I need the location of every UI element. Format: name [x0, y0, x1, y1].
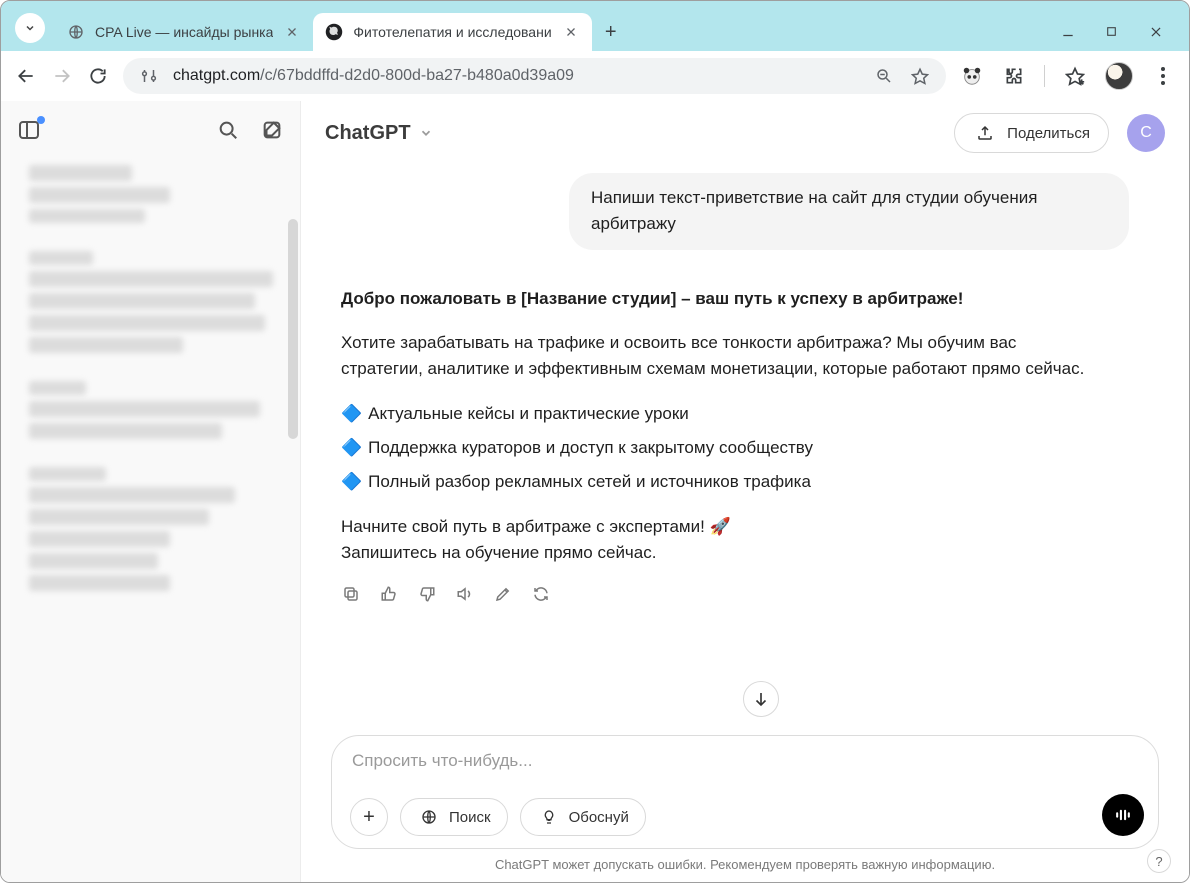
assistant-bullet-list: 🔷Актуальные кейсы и практические уроки 🔷…: [341, 401, 1101, 496]
sidebar: [1, 101, 301, 882]
chatgpt-favicon-icon: [325, 23, 343, 41]
message-actions: [341, 584, 1101, 604]
assistant-heading: Добро пожаловать в [Название студии] – в…: [341, 286, 1101, 312]
sidebar-conversation-list[interactable]: [1, 159, 300, 882]
extensions-puzzle-icon[interactable]: [1002, 64, 1026, 88]
favorites-star-icon[interactable]: [1063, 64, 1087, 88]
zoom-icon[interactable]: [872, 64, 896, 88]
globe-icon: [417, 805, 441, 829]
thumbs-down-icon[interactable]: [417, 584, 437, 604]
model-selector[interactable]: ChatGPT: [325, 122, 433, 145]
upload-icon: [973, 121, 997, 145]
close-tab-icon[interactable]: [283, 23, 301, 41]
toggle-sidebar-icon[interactable]: [17, 118, 41, 142]
assistant-paragraph: Хотите зарабатывать на трафике и освоить…: [341, 330, 1101, 383]
search-icon[interactable]: [216, 118, 240, 142]
site-settings-icon[interactable]: [137, 64, 161, 88]
footer-text: ChatGPT может допускать ошибки. Рекоменд…: [495, 857, 995, 872]
search-label: Поиск: [449, 809, 491, 826]
footer: ChatGPT может допускать ошибки. Рекоменд…: [301, 855, 1189, 882]
user-message: Напиши текст-приветствие на сайт для сту…: [569, 173, 1129, 250]
reason-label: Обоснуй: [569, 809, 629, 826]
list-item: 🔷Актуальные кейсы и практические уроки: [341, 401, 1101, 427]
attach-button[interactable]: +: [350, 798, 388, 836]
main-header: ChatGPT Поделиться C: [301, 101, 1189, 165]
account-avatar[interactable]: C: [1127, 114, 1165, 152]
browser-tabstrip: CPA Live — инсайды рынка Фитотелепатия и…: [1, 1, 1189, 51]
sidebar-scrollbar[interactable]: [288, 219, 298, 439]
edit-icon[interactable]: [493, 584, 513, 604]
new-tab-button[interactable]: +: [596, 17, 626, 47]
share-button[interactable]: Поделиться: [954, 113, 1109, 153]
bookmark-star-icon[interactable]: [908, 64, 932, 88]
window-close-button[interactable]: [1149, 25, 1169, 39]
diamond-icon: 🔷: [341, 404, 362, 423]
close-tab-icon[interactable]: [562, 23, 580, 41]
browser-tab-active[interactable]: Фитотелепатия и исследовани: [313, 13, 591, 51]
assistant-message: Добро пожаловать в [Название студии] – в…: [341, 286, 1101, 605]
thumbs-up-icon[interactable]: [379, 584, 399, 604]
window-minimize-button[interactable]: [1061, 25, 1081, 39]
reason-button[interactable]: Обоснуй: [520, 798, 646, 836]
url-domain: chatgpt.com: [173, 67, 260, 84]
nav-back-button[interactable]: [15, 65, 37, 87]
scroll-to-bottom-button[interactable]: [743, 681, 779, 717]
globe-icon: [67, 23, 85, 41]
tabs-dropdown-button[interactable]: [15, 13, 45, 43]
window-maximize-button[interactable]: [1105, 25, 1125, 39]
browser-toolbar: chatgpt.com/c/67bddffd-d2d0-800d-ba27-b4…: [1, 51, 1189, 101]
model-label: ChatGPT: [325, 122, 411, 145]
list-item: 🔷Полный разбор рекламных сетей и источни…: [341, 469, 1101, 495]
web-search-button[interactable]: Поиск: [400, 798, 508, 836]
browser-menu-button[interactable]: [1151, 64, 1175, 88]
share-label: Поделиться: [1007, 125, 1090, 142]
extension-panda-icon[interactable]: [960, 64, 984, 88]
composer: + Поиск Обоснуй: [331, 735, 1159, 849]
tab-title: Фитотелепатия и исследовани: [353, 24, 551, 40]
diamond-icon: 🔷: [341, 438, 362, 457]
bulb-icon: [537, 805, 561, 829]
composer-input[interactable]: [350, 750, 1140, 772]
new-chat-icon[interactable]: [260, 118, 284, 142]
copy-icon[interactable]: [341, 584, 361, 604]
speaker-icon[interactable]: [455, 584, 475, 604]
help-button[interactable]: ?: [1147, 849, 1171, 873]
assistant-paragraph: Начните свой путь в арбитраже с эксперта…: [341, 514, 1101, 567]
tab-title: CPA Live — инсайды рынка: [95, 24, 273, 40]
list-item: 🔷Поддержка кураторов и доступ к закрытом…: [341, 435, 1101, 461]
browser-tab[interactable]: CPA Live — инсайды рынка: [55, 13, 313, 51]
nav-forward-button: [51, 65, 73, 87]
voice-input-button[interactable]: [1102, 794, 1144, 836]
regenerate-icon[interactable]: [531, 584, 551, 604]
notification-dot: [37, 116, 45, 124]
address-bar[interactable]: chatgpt.com/c/67bddffd-d2d0-800d-ba27-b4…: [123, 58, 946, 94]
browser-profile-avatar[interactable]: [1105, 62, 1133, 90]
url-path: /c/67bddffd-d2d0-800d-ba27-b480a0d39a09: [260, 67, 574, 84]
nav-reload-button[interactable]: [87, 65, 109, 87]
diamond-icon: 🔷: [341, 472, 362, 491]
account-initial: C: [1140, 124, 1152, 142]
chevron-down-icon: [419, 126, 433, 140]
conversation-area: Напиши текст-приветствие на сайт для сту…: [301, 165, 1189, 723]
